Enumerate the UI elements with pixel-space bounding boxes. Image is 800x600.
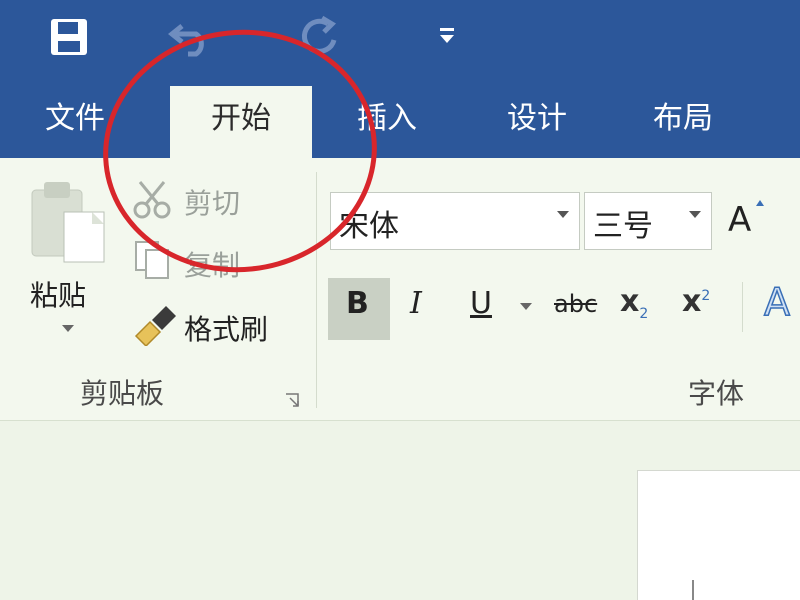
paste-dropdown-icon[interactable] [62, 325, 74, 332]
font-name-combo[interactable]: 宋体 [330, 192, 580, 250]
save-icon[interactable] [48, 16, 90, 58]
customize-quick-access-icon[interactable] [438, 26, 456, 46]
format-painter-icon[interactable] [132, 306, 176, 350]
clipboard-dialog-launcher-icon[interactable] [284, 392, 302, 414]
strikethrough-button[interactable]: abc [554, 290, 597, 318]
paste-button[interactable]: 粘贴 [30, 274, 86, 314]
font-name-value: 宋体 [339, 209, 399, 244]
underline-button[interactable]: U [470, 286, 492, 321]
tab-file[interactable]: 文件 [20, 86, 130, 158]
title-bar [0, 0, 800, 86]
superscript-mark: 2 [701, 288, 711, 304]
subscript-mark: 2 [639, 306, 649, 322]
bold-button[interactable]: B [346, 286, 369, 321]
redo-icon[interactable] [298, 14, 342, 58]
undo-icon[interactable] [168, 14, 214, 58]
font-size-value: 三号 [593, 209, 653, 244]
document-page[interactable] [637, 470, 800, 600]
tab-layout[interactable]: 布局 [628, 86, 738, 158]
clipboard-group-label: 剪贴板 [80, 377, 165, 410]
format-painter-button[interactable]: 格式刷 [184, 308, 268, 348]
chevron-down-icon[interactable] [689, 211, 701, 218]
font-size-combo[interactable]: 三号 [584, 192, 712, 250]
copy-icon[interactable] [132, 240, 174, 284]
font-divider [742, 282, 743, 332]
subscript-button[interactable]: x2 [620, 284, 648, 322]
group-divider [316, 172, 317, 408]
tab-home[interactable]: 开始 [170, 86, 312, 158]
grow-font-arrow-icon [756, 200, 764, 206]
grow-font-button[interactable]: A [728, 200, 751, 240]
italic-button[interactable]: I [410, 286, 422, 321]
font-group-label: 字体 [688, 377, 745, 410]
chevron-down-icon[interactable] [557, 211, 569, 218]
tab-design[interactable]: 设计 [482, 86, 592, 158]
copy-button[interactable]: 复制 [184, 244, 240, 284]
subscript-base: x [620, 284, 640, 319]
cut-button[interactable]: 剪切 [184, 182, 240, 222]
text-effects-button[interactable]: A [763, 279, 791, 325]
text-cursor [692, 580, 694, 600]
scissors-icon[interactable] [132, 180, 174, 224]
underline-dropdown-icon[interactable] [520, 303, 532, 310]
superscript-base: x [682, 284, 702, 319]
paste-icon[interactable] [28, 180, 112, 268]
superscript-button[interactable]: x2 [682, 284, 710, 319]
tab-insert[interactable]: 插入 [332, 86, 442, 158]
